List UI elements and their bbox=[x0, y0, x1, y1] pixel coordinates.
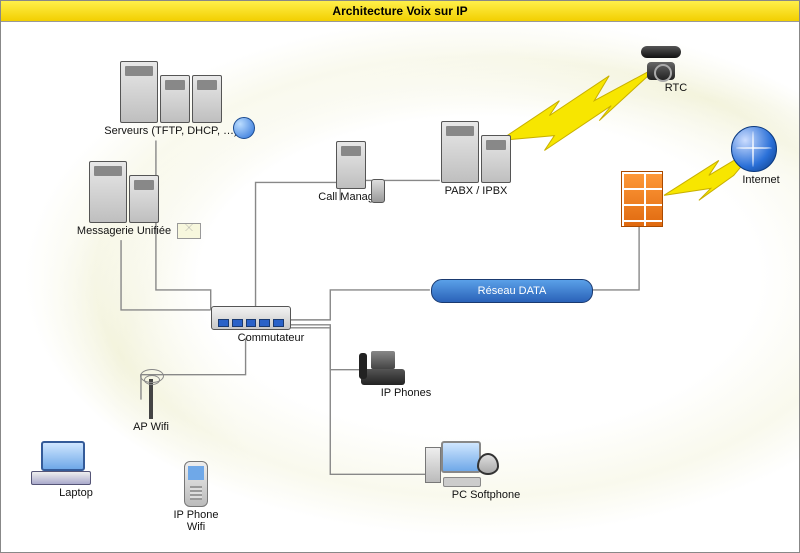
node-ipphonewifi: IP Phone Wifi bbox=[156, 461, 236, 533]
diagram-frame: Architecture Voix sur IP bbox=[0, 0, 800, 553]
servers-icon bbox=[91, 61, 251, 123]
node-pabx: PABX / IPBX bbox=[421, 121, 531, 197]
ipphone-icon bbox=[361, 351, 405, 385]
pc-icon bbox=[431, 441, 491, 487]
diagram-canvas: Serveurs (TFTP, DHCP, …) Messagerie Unif… bbox=[1, 21, 799, 552]
callmanager-label: Call Manager bbox=[301, 191, 401, 203]
laptop-label: Laptop bbox=[31, 487, 121, 499]
firewall-icon bbox=[621, 171, 663, 227]
laptop-icon bbox=[31, 441, 91, 485]
node-rtc: RTC bbox=[641, 46, 711, 94]
node-internet: Internet bbox=[731, 126, 791, 186]
ipphonewifi-label: IP Phone Wifi bbox=[156, 509, 236, 533]
node-ipphones: IP Phones bbox=[361, 351, 451, 399]
ipphones-label: IP Phones bbox=[361, 387, 451, 399]
mobile-icon bbox=[184, 461, 208, 507]
messaging-icon bbox=[49, 161, 199, 223]
switch-label: Commutateur bbox=[211, 332, 331, 344]
node-laptop: Laptop bbox=[31, 441, 121, 499]
servers-label: Serveurs (TFTP, DHCP, …) bbox=[91, 125, 251, 137]
switch-icon bbox=[211, 306, 291, 330]
rtc-label: RTC bbox=[641, 82, 711, 94]
title-text: Architecture Voix sur IP bbox=[332, 4, 467, 18]
pabx-icon bbox=[421, 121, 531, 183]
phone-icon bbox=[641, 46, 681, 80]
node-softphone: PC Softphone bbox=[431, 441, 541, 501]
pabx-label: PABX / IPBX bbox=[421, 185, 531, 197]
antenna-icon bbox=[149, 379, 153, 419]
globe-icon bbox=[731, 126, 777, 172]
data-label: Réseau DATA bbox=[478, 285, 547, 297]
node-data: Réseau DATA bbox=[431, 279, 593, 303]
node-callmanager: Call Manager bbox=[301, 141, 401, 203]
callmanager-icon bbox=[301, 141, 401, 189]
node-servers: Serveurs (TFTP, DHCP, …) bbox=[91, 61, 251, 137]
title-bar: Architecture Voix sur IP bbox=[1, 1, 799, 22]
node-firewall bbox=[621, 171, 681, 227]
node-messaging: Messagerie Unifiée bbox=[49, 161, 199, 237]
apwifi-label: AP Wifi bbox=[116, 421, 186, 433]
internet-label: Internet bbox=[731, 174, 791, 186]
node-apwifi: AP Wifi bbox=[116, 379, 186, 433]
softphone-label: PC Softphone bbox=[431, 489, 541, 501]
node-switch: Commutateur bbox=[211, 306, 331, 344]
